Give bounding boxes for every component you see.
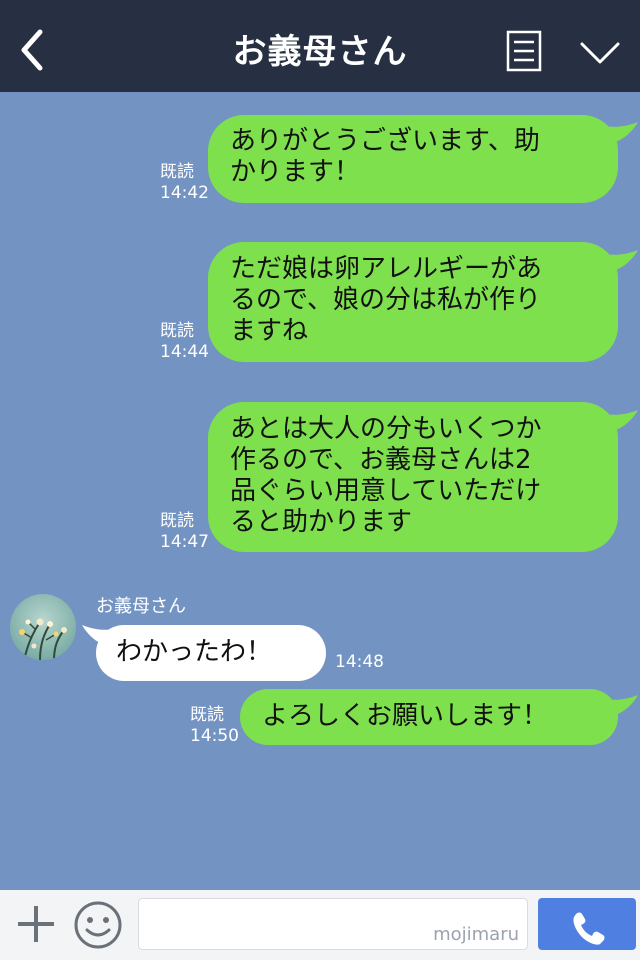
watermark: mojimaru: [433, 924, 519, 945]
message-list[interactable]: 既読 14:42 ありがとうございます、助 かります！ 既読 14:44 ただ娘…: [0, 92, 640, 890]
plus-icon: [18, 906, 54, 942]
message-text: よろしくお願いします！: [262, 701, 549, 731]
emoji-button[interactable]: [73, 900, 123, 950]
bubble-tail: [604, 695, 638, 717]
chevron-down-icon: [580, 42, 620, 64]
message-line: ただ娘は卵アレルギーがあ: [230, 254, 543, 284]
message-time: 14:44: [160, 342, 209, 362]
message-meta: 既読 14:50: [190, 705, 239, 747]
message-line: あとは大人の分もいくつか: [230, 414, 542, 444]
contact-avatar[interactable]: [10, 594, 76, 660]
message-line: るので、娘の分は私が作り: [230, 285, 541, 315]
bubble-tail: [604, 410, 638, 432]
call-button[interactable]: [538, 898, 636, 950]
message-line: ますね: [230, 316, 309, 346]
message-text: わかったわ！: [116, 637, 273, 667]
flower-photo-icon: [10, 594, 76, 660]
sent-message-bubble[interactable]: よろしくお願いします！: [240, 689, 618, 745]
message-time: 14:42: [160, 183, 209, 203]
message-line: 作るので、お義母さんは2: [230, 445, 532, 475]
message-meta: 既読 14:44: [160, 321, 209, 363]
sent-message-bubble[interactable]: あとは大人の分もいくつか 作るので、お義母さんは2 品ぐらい用意していただけ る…: [208, 402, 618, 552]
smiley-icon: [74, 901, 122, 949]
list-icon: [506, 30, 542, 72]
message-line: ると助かります: [230, 507, 413, 537]
menu-button[interactable]: [506, 30, 542, 72]
sent-message-bubble[interactable]: ただ娘は卵アレルギーがあ るので、娘の分は私が作り ますね: [208, 242, 618, 362]
chat-header: お義母さん: [0, 0, 640, 92]
message-input[interactable]: mojimaru: [138, 898, 528, 950]
read-receipt: 既読: [160, 511, 194, 531]
received-message-bubble[interactable]: わかったわ！: [96, 625, 326, 681]
message-meta: 既読 14:42: [160, 162, 209, 204]
message-meta: 既読 14:47: [160, 511, 209, 553]
read-receipt: 既読: [160, 162, 194, 182]
message-line: 品ぐらい用意していただけ: [230, 476, 542, 506]
message-line: かります！: [230, 157, 361, 187]
phone-icon: [573, 912, 605, 945]
read-receipt: 既読: [160, 321, 194, 341]
message-time: 14:50: [190, 726, 239, 746]
read-receipt: 既読: [190, 705, 224, 725]
bubble-tail: [604, 122, 638, 144]
sent-message-bubble[interactable]: ありがとうございます、助 かります！: [208, 115, 618, 203]
bubble-tail: [604, 250, 638, 272]
sender-name: お義母さん: [96, 596, 186, 617]
dropdown-button[interactable]: [578, 38, 622, 68]
message-time: 14:47: [160, 532, 209, 552]
message-time: 14:48: [335, 652, 384, 672]
plus-button[interactable]: [14, 902, 58, 946]
message-line: ありがとうございます、助: [230, 126, 540, 156]
chat-title: お義母さん: [232, 32, 408, 72]
